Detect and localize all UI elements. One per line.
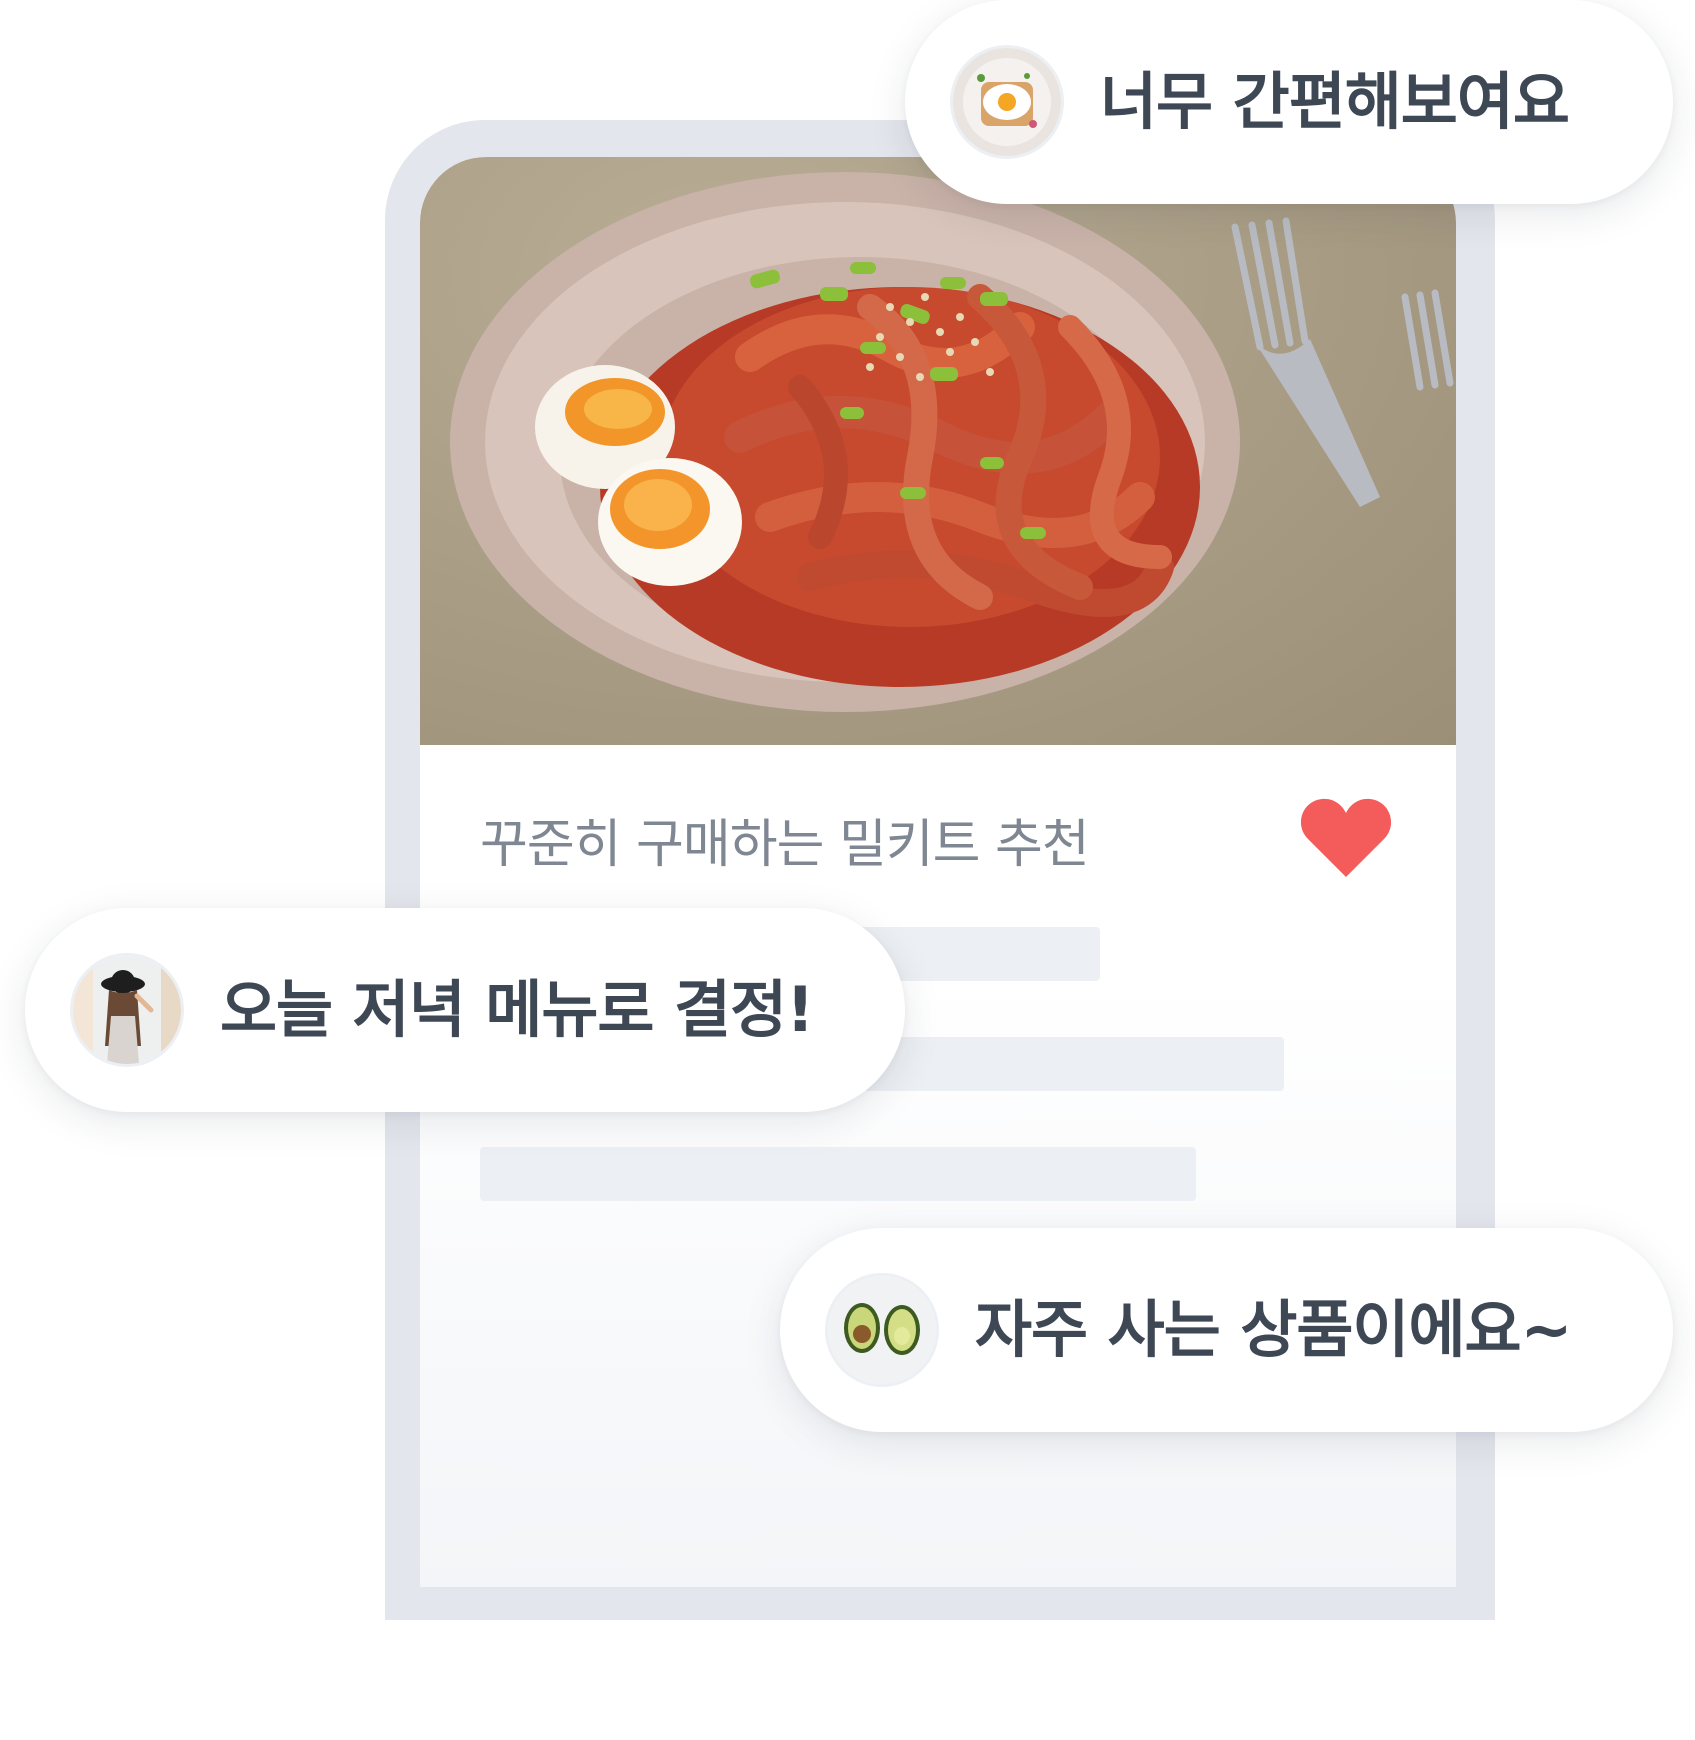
comment-text: 오늘 저녁 메뉴로 결정! <box>220 973 814 1046</box>
comment-bubble-3: 자주 사는 상품이에요~ <box>780 1228 1673 1432</box>
skeleton-line-3 <box>480 1147 1196 1201</box>
food-photo-illustration <box>450 172 1454 712</box>
avocado-avatar[interactable] <box>825 1273 939 1387</box>
comment-bubble-2: 오늘 저녁 메뉴로 결정! <box>25 908 905 1112</box>
woman-in-hat-avatar[interactable] <box>70 953 184 1067</box>
comment-text: 자주 사는 상품이에요~ <box>975 1293 1572 1366</box>
card-title: 꾸준히 구매하는 밀키트 추천 <box>480 815 1090 875</box>
comment-text: 너무 간편해보여요 <box>1100 65 1570 138</box>
fried-egg-toast-avatar[interactable] <box>950 45 1064 159</box>
comment-bubble-1: 너무 간편해보여요 <box>905 0 1673 204</box>
heart-icon[interactable] <box>1300 797 1392 879</box>
food-photo[interactable] <box>420 157 1456 745</box>
